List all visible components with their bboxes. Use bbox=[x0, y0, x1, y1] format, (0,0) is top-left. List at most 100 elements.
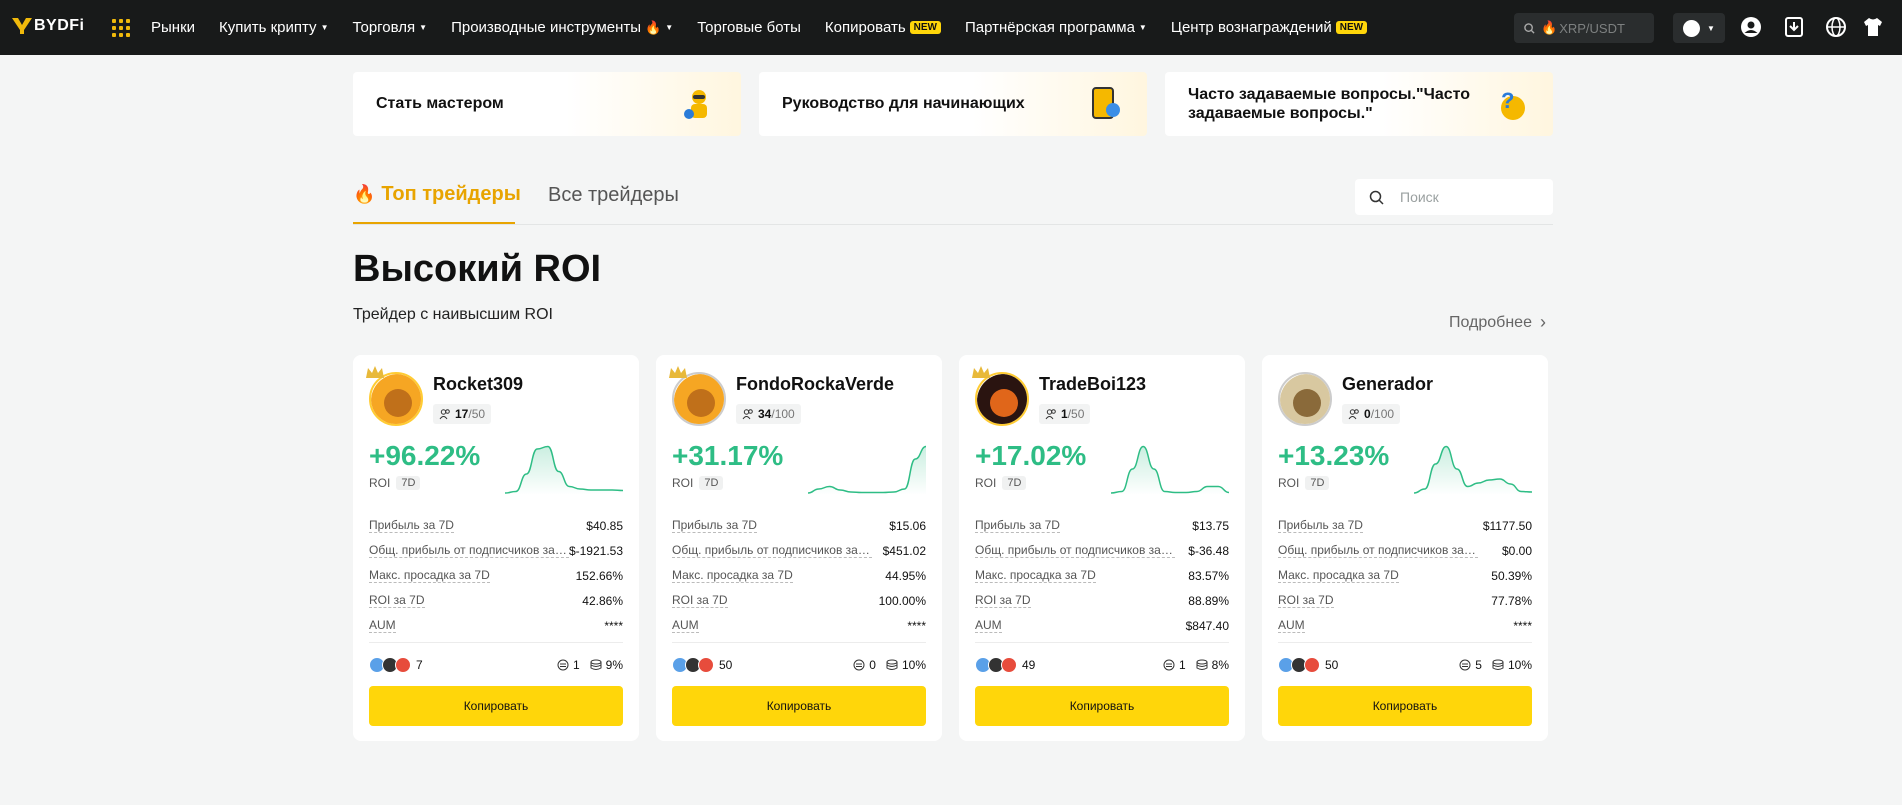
trader-card[interactable]: Rocket309 17/50 +96.22% ROI 7D Прибыль з… bbox=[353, 355, 639, 741]
followers-icon bbox=[1045, 409, 1056, 420]
stat-label[interactable]: Прибыль за 7D bbox=[1278, 518, 1363, 533]
followers-badge: 0/100 bbox=[1342, 404, 1401, 424]
stat-label[interactable]: AUM bbox=[975, 618, 1002, 633]
trader-name[interactable]: TradeBoi123 bbox=[1039, 374, 1146, 395]
stat-label[interactable]: Общ. прибыль от подписчиков за 7D bbox=[975, 543, 1175, 558]
stat-label[interactable]: Общ. прибыль от подписчиков за 7D bbox=[672, 543, 872, 558]
card-stats: 5 10% bbox=[1459, 658, 1532, 672]
search-icon bbox=[1369, 190, 1384, 205]
followers-count: 17 bbox=[455, 407, 469, 421]
copy-button[interactable]: Копировать bbox=[1278, 686, 1532, 726]
stat-label[interactable]: ROI за 7D bbox=[369, 593, 425, 608]
stat-value: 152.66% bbox=[575, 568, 623, 583]
stat-row: ROI за 7D 100.00% bbox=[672, 588, 926, 613]
profit-share: 8% bbox=[1211, 658, 1229, 672]
roi-label: ROI 7D bbox=[975, 476, 1027, 490]
roi-value: +96.22% bbox=[369, 440, 481, 471]
trader-search-input[interactable]: Поиск bbox=[1355, 179, 1553, 215]
apps-grid-icon[interactable] bbox=[112, 19, 130, 37]
copy-button[interactable]: Копировать bbox=[975, 686, 1229, 726]
trader-avatar[interactable] bbox=[975, 372, 1029, 426]
followers-badge: 34/100 bbox=[736, 404, 801, 424]
stat-label[interactable]: Макс. просадка за 7D bbox=[369, 568, 490, 583]
copiers-icon bbox=[853, 659, 865, 671]
roi-label: ROI 7D bbox=[1278, 476, 1330, 490]
download-icon[interactable] bbox=[1783, 16, 1805, 38]
copiers-icon bbox=[557, 659, 569, 671]
stat-label[interactable]: ROI за 7D bbox=[672, 593, 728, 608]
roi-label: ROI 7D bbox=[672, 476, 724, 490]
nav-rewards[interactable]: Центр вознаграждений NEW bbox=[1171, 19, 1368, 36]
nav-trade[interactable]: Торговля ▼ bbox=[352, 19, 427, 36]
followers-count: 0 bbox=[1364, 407, 1371, 421]
trader-avatar[interactable] bbox=[369, 372, 423, 426]
globe-icon[interactable] bbox=[1825, 16, 1847, 38]
roi-value: +17.02% bbox=[975, 440, 1087, 471]
period-pill: 7D bbox=[396, 476, 421, 490]
stat-row: Прибыль за 7D $15.06 bbox=[672, 513, 926, 538]
stat-row: Макс. просадка за 7D 152.66% bbox=[369, 563, 623, 588]
header-search-placeholder: XRP/USDT bbox=[1559, 20, 1625, 36]
bydfi-logo[interactable]: BYDFi bbox=[12, 17, 85, 35]
card-divider bbox=[369, 642, 623, 643]
more-link[interactable]: Подробнее › bbox=[1449, 312, 1546, 333]
stat-row: ROI за 7D 88.89% bbox=[975, 588, 1229, 613]
shirt-icon[interactable] bbox=[1862, 16, 1884, 38]
stat-label[interactable]: Общ. прибыль от подписчиков за 7D bbox=[369, 543, 569, 558]
profit-share: 10% bbox=[1507, 658, 1532, 672]
nav-affiliate[interactable]: Партнёрская программа ▼ bbox=[965, 19, 1147, 36]
banner-beginners-guide[interactable]: Руководство для начинающих bbox=[759, 72, 1147, 136]
tab-top-traders[interactable]: 🔥 Топ трейдеры bbox=[353, 183, 521, 206]
banner-faq[interactable]: Часто задаваемые вопросы."Часто задаваем… bbox=[1165, 72, 1553, 136]
stat-label[interactable]: Макс. просадка за 7D bbox=[975, 568, 1096, 583]
banner-become-master[interactable]: Стать мастером bbox=[353, 72, 741, 136]
stat-label[interactable]: AUM bbox=[369, 618, 396, 633]
wallet-button[interactable]: ▼ bbox=[1673, 13, 1725, 43]
nav-markets[interactable]: Рынки bbox=[151, 19, 195, 36]
stat-row: Прибыль за 7D $13.75 bbox=[975, 513, 1229, 538]
stat-label[interactable]: Макс. просадка за 7D bbox=[672, 568, 793, 583]
stat-label[interactable]: Прибыль за 7D bbox=[672, 518, 757, 533]
trader-card[interactable]: FondoRockaVerde 34/100 +31.17% ROI 7D Пр… bbox=[656, 355, 942, 741]
roi-value: +13.23% bbox=[1278, 440, 1390, 471]
card-footer: 50 5 10% bbox=[1278, 655, 1532, 675]
tab-all-traders[interactable]: Все трейдеры bbox=[548, 184, 679, 207]
chevron-down-icon: ▼ bbox=[1138, 23, 1147, 32]
roi-value: +31.17% bbox=[672, 440, 784, 471]
followers-icon bbox=[742, 409, 753, 420]
period-pill: 7D bbox=[1002, 476, 1027, 490]
stat-label[interactable]: Прибыль за 7D bbox=[369, 518, 454, 533]
header-search[interactable]: 🔥 XRP/USDT bbox=[1514, 13, 1654, 43]
trader-name[interactable]: FondoRockaVerde bbox=[736, 374, 894, 395]
stat-label[interactable]: AUM bbox=[1278, 618, 1305, 633]
copy-button[interactable]: Копировать bbox=[672, 686, 926, 726]
stat-label[interactable]: AUM bbox=[672, 618, 699, 633]
coins-list: 7 bbox=[369, 657, 423, 673]
user-icon[interactable] bbox=[1740, 16, 1762, 38]
profit-share: 10% bbox=[901, 658, 926, 672]
roi-text: ROI bbox=[1278, 476, 1300, 490]
coins-list: 50 bbox=[672, 657, 732, 673]
coins-list: 50 bbox=[1278, 657, 1338, 673]
stat-label[interactable]: Макс. просадка за 7D bbox=[1278, 568, 1399, 583]
stat-label[interactable]: ROI за 7D bbox=[1278, 593, 1334, 608]
copy-button[interactable]: Копировать bbox=[369, 686, 623, 726]
stat-label[interactable]: ROI за 7D bbox=[975, 593, 1031, 608]
sparkline-area bbox=[1111, 446, 1229, 495]
stat-label[interactable]: Общ. прибыль от подписчиков за 7D bbox=[1278, 543, 1478, 558]
trader-card[interactable]: Generador 0/100 +13.23% ROI 7D Прибыль з… bbox=[1262, 355, 1548, 741]
nav-copy[interactable]: Копировать NEW bbox=[825, 19, 941, 36]
card-divider bbox=[672, 642, 926, 643]
stat-label[interactable]: Прибыль за 7D bbox=[975, 518, 1060, 533]
nav-buy-crypto[interactable]: Купить крипту ▼ bbox=[219, 19, 328, 36]
trader-avatar[interactable] bbox=[1278, 372, 1332, 426]
stats-list: Прибыль за 7D $15.06 Общ. прибыль от подпи… bbox=[672, 513, 926, 638]
trader-name[interactable]: Rocket309 bbox=[433, 374, 523, 395]
nav-derivatives[interactable]: Производные инструменты 🔥 ▼ bbox=[451, 19, 673, 36]
trader-card[interactable]: TradeBoi123 1/50 +17.02% ROI 7D Прибыль … bbox=[959, 355, 1245, 741]
trader-avatar[interactable] bbox=[672, 372, 726, 426]
flame-icon: 🔥 bbox=[353, 184, 376, 204]
nav-trading-bots[interactable]: Торговые боты bbox=[697, 19, 801, 36]
phone-guide-icon bbox=[1092, 87, 1120, 119]
trader-name[interactable]: Generador bbox=[1342, 374, 1433, 395]
